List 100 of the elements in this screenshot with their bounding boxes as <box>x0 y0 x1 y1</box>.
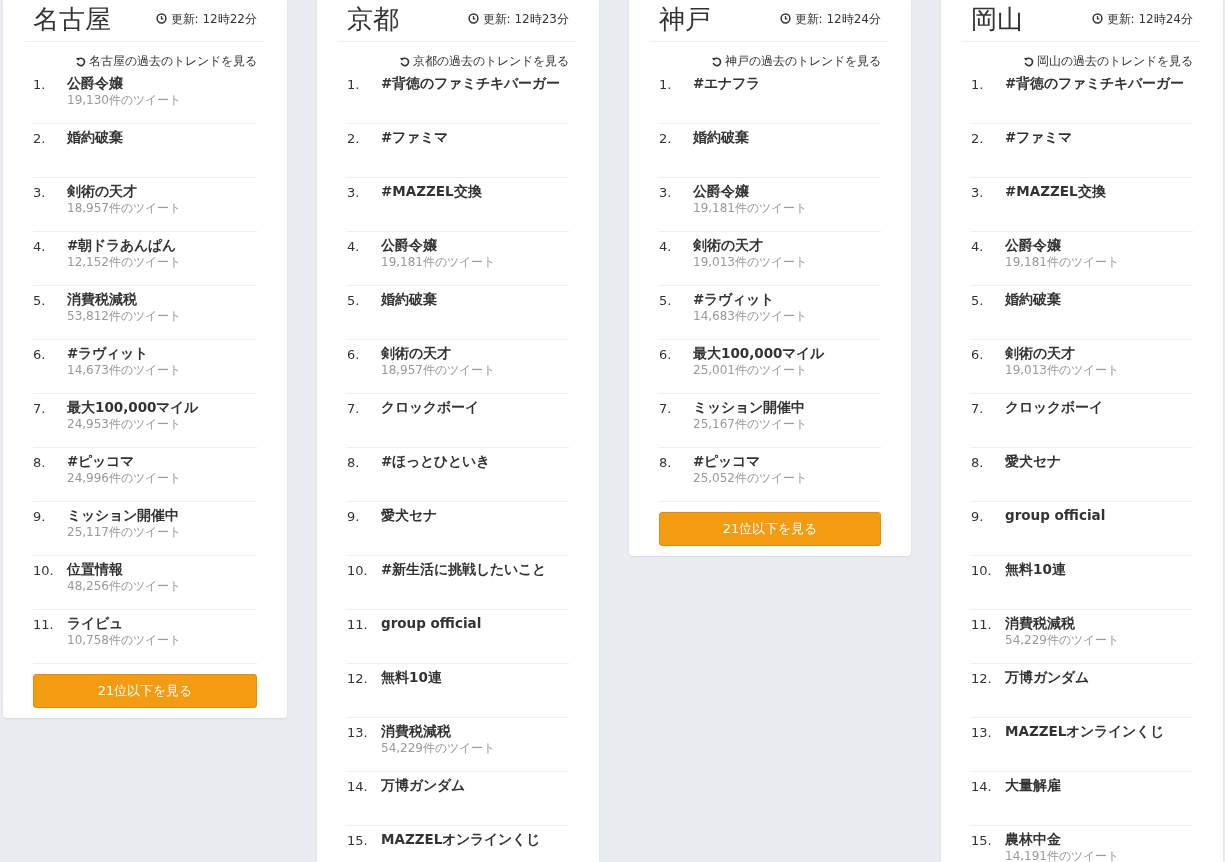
rank-number: 8. <box>971 454 985 472</box>
trend-link[interactable]: MAZZELオンラインくじ <box>1005 721 1165 742</box>
tweet-count: 54,229件のツイート <box>381 741 495 756</box>
rank-number: 7. <box>33 400 47 418</box>
rank-number: 14. <box>971 778 993 796</box>
rank-number: 6. <box>347 346 361 364</box>
trend-link[interactable]: #MAZZEL交換 <box>381 181 482 202</box>
trend-link[interactable]: ライビュ <box>67 613 181 634</box>
rank-number: 2. <box>971 130 985 148</box>
tweet-count: 25,117件のツイート <box>67 525 181 540</box>
tweet-count: 19,013件のツイート <box>693 255 807 270</box>
trend-link[interactable]: 無料10連 <box>381 667 442 688</box>
trend-link[interactable]: ミッション開催中 <box>67 505 181 526</box>
tweet-count: 19,181件のツイート <box>381 255 495 270</box>
trend-link[interactable]: #ラヴィット <box>693 289 807 310</box>
rank-number: 12. <box>347 670 369 688</box>
trend-link[interactable]: 万博ガンダム <box>381 775 465 796</box>
rank-number: 11. <box>971 616 993 634</box>
rank-number: 2. <box>347 130 361 148</box>
trend-link[interactable]: 公爵令嬢 <box>67 73 181 94</box>
trend-link[interactable]: 公爵令嬢 <box>381 235 495 256</box>
rank-number: 4. <box>33 238 47 256</box>
trend-link[interactable]: 位置情報 <box>67 559 181 580</box>
tweet-count: 53,812件のツイート <box>67 309 181 324</box>
rank-number: 1. <box>659 76 673 94</box>
trend-link[interactable]: 公爵令嬢 <box>693 181 807 202</box>
rank-number: 6. <box>971 346 985 364</box>
rank-number: 6. <box>33 346 47 364</box>
trend-link[interactable]: 無料10連 <box>1005 559 1066 580</box>
trend-link[interactable]: 最大100,000マイル <box>693 343 825 364</box>
history-icon <box>75 55 86 67</box>
trend-link[interactable]: group official <box>381 613 482 634</box>
trend-link[interactable]: 大量解雇 <box>1005 775 1061 796</box>
trend-link[interactable]: 婚約破棄 <box>693 127 749 148</box>
trend-link[interactable]: #ピッコマ <box>693 451 807 472</box>
rank-number: 15. <box>347 832 369 850</box>
tweet-count: 10,758件のツイート <box>67 633 181 648</box>
rank-number: 10. <box>347 562 369 580</box>
trend-link[interactable]: #背徳のファミチキバーガー <box>1005 73 1185 94</box>
trend-link[interactable]: 消費税減税 <box>1005 613 1119 634</box>
trend-link[interactable]: 婚約破棄 <box>67 127 123 148</box>
rank-number: 5. <box>971 292 985 310</box>
clock-icon <box>155 13 167 24</box>
history-link[interactable]: 岡山の過去のトレンドを見る <box>1037 52 1193 70</box>
trend-link[interactable]: 農林中金 <box>1005 829 1119 850</box>
rank-number: 7. <box>347 400 361 418</box>
trend-link[interactable]: group official <box>1005 505 1106 526</box>
rank-number: 2. <box>659 130 673 148</box>
trend-link[interactable]: 公爵令嬢 <box>1005 235 1119 256</box>
trend-link[interactable]: #背徳のファミチキバーガー <box>381 73 561 94</box>
trend-link[interactable]: #ファミマ <box>1005 127 1073 148</box>
trend-link[interactable]: 剣術の天才 <box>1005 343 1119 364</box>
trend-link[interactable]: クロックボーイ <box>381 397 479 418</box>
history-link[interactable]: 京都の過去のトレンドを見る <box>413 52 569 70</box>
trend-link[interactable]: ミッション開催中 <box>693 397 807 418</box>
tweet-count: 14,191件のツイート <box>1005 849 1119 862</box>
trend-link[interactable]: 剣術の天才 <box>381 343 495 364</box>
rank-number: 3. <box>33 184 47 202</box>
trend-link[interactable]: #エナフラ <box>693 73 761 94</box>
rank-number: 1. <box>971 76 985 94</box>
rank-number: 10. <box>33 562 55 580</box>
rank-number: 8. <box>33 454 47 472</box>
trend-link[interactable]: 最大100,000マイル <box>67 397 199 418</box>
trend-link[interactable]: #ほっとひといき <box>381 451 491 472</box>
clock-icon <box>1091 13 1103 24</box>
trend-link[interactable]: 愛犬セナ <box>381 505 437 526</box>
trend-link[interactable]: 剣術の天才 <box>693 235 807 256</box>
trend-link[interactable]: 婚約破棄 <box>1005 289 1061 310</box>
rank-number: 10. <box>971 562 993 580</box>
trend-link[interactable]: 婚約破棄 <box>381 289 437 310</box>
tweet-count: 19,130件のツイート <box>67 93 181 108</box>
history-link[interactable]: 神戸の過去のトレンドを見る <box>725 52 881 70</box>
trend-link[interactable]: #ラヴィット <box>67 343 181 364</box>
tweet-count: 25,167件のツイート <box>693 417 807 432</box>
trend-link[interactable]: 剣術の天才 <box>67 181 181 202</box>
rank-number: 4. <box>347 238 361 256</box>
trend-link[interactable]: #朝ドラあんぱん <box>67 235 181 256</box>
trend-link[interactable]: #MAZZEL交換 <box>1005 181 1106 202</box>
tweet-count: 18,957件のツイート <box>67 201 181 216</box>
tweet-count: 54,229件のツイート <box>1005 633 1119 648</box>
trend-link[interactable]: 万博ガンダム <box>1005 667 1089 688</box>
rank-number: 9. <box>971 508 985 526</box>
trend-link[interactable]: MAZZELオンラインくじ <box>381 829 541 850</box>
tweet-count: 25,052件のツイート <box>693 471 807 486</box>
tweet-count: 25,001件のツイート <box>693 363 808 378</box>
history-link[interactable]: 名古屋の過去のトレンドを見る <box>89 52 257 70</box>
trend-link[interactable]: 消費税減税 <box>67 289 181 310</box>
rank-number: 5. <box>33 292 47 310</box>
trend-link[interactable]: #ピッコマ <box>67 451 181 472</box>
rank-number: 2. <box>33 130 47 148</box>
rank-number: 1. <box>33 76 47 94</box>
tweet-count: 14,683件のツイート <box>693 309 807 324</box>
rank-number: 11. <box>347 616 369 634</box>
trend-link[interactable]: #新生活に挑戦したいこと <box>381 559 547 580</box>
trend-link[interactable]: 消費税減税 <box>381 721 495 742</box>
rank-number: 15. <box>971 832 993 850</box>
trend-link[interactable]: 愛犬セナ <box>1005 451 1061 472</box>
trend-link[interactable]: クロックボーイ <box>1005 397 1103 418</box>
trend-link[interactable]: #ファミマ <box>381 127 449 148</box>
rank-number: 4. <box>971 238 985 256</box>
